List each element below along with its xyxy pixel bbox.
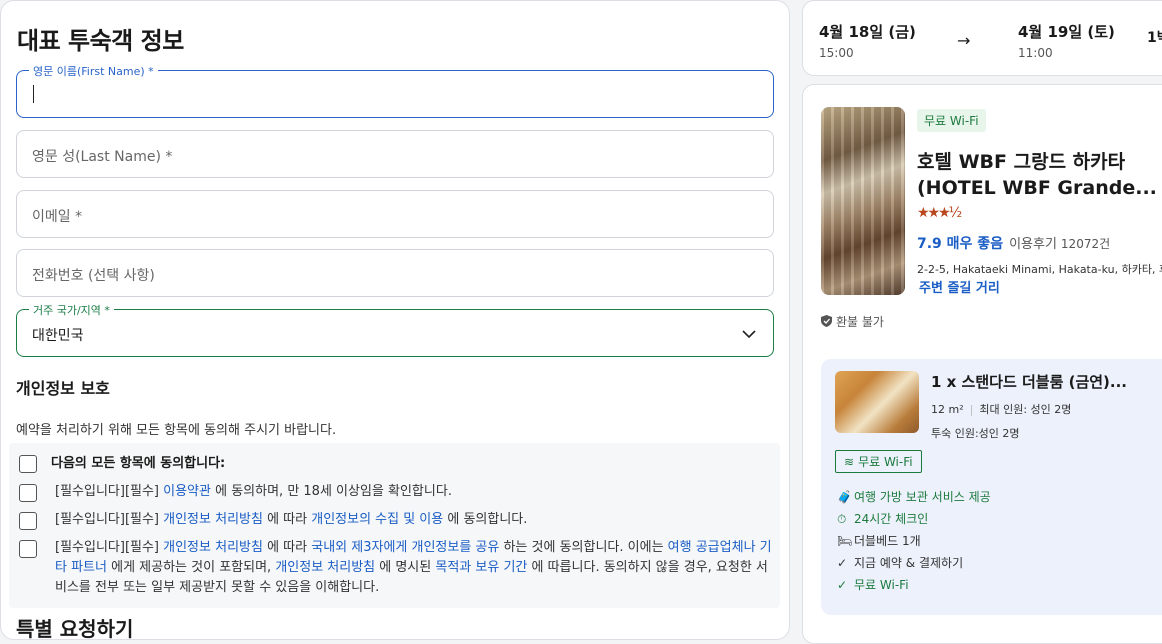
- room-card: 1 x 스탠다드 더블룸 (금연)... 12 m² | 최대 인원: 성인 2명 …: [821, 359, 1162, 615]
- room-guests: 투숙 인원:성인 2명: [931, 427, 1020, 440]
- nights-count: 1박: [1147, 30, 1162, 46]
- star-rating: ★★★½: [917, 205, 962, 221]
- checkin-date: 4월 18일 (금): [819, 23, 916, 41]
- page-title: 대표 투숙객 정보: [17, 27, 184, 55]
- room-name: 1 x 스탠다드 더블룸 (금연)...: [931, 373, 1128, 391]
- shield-icon: [821, 315, 832, 327]
- checkout-date: 4월 19일 (토): [1018, 23, 1115, 41]
- amenity-luggage: 🧳 여행 가방 보관 서비스 제공: [837, 490, 991, 504]
- nearby-link[interactable]: 주변 즐길 거리: [919, 277, 1000, 296]
- terms-text: [필수입니다][필수] 이용약관 에 동의하며, 만 18세 이상임을 확인합니…: [55, 484, 452, 499]
- wifi-icon: ≋: [844, 455, 855, 469]
- amenity-wifi: ✓ 무료 Wi-Fi: [837, 578, 909, 592]
- privacy-policy-link[interactable]: 개인정보 처리방침: [163, 512, 263, 527]
- dates-card: 4월 18일 (금) 15:00 → 4월 19일 (토) 11:00 1박: [802, 0, 1162, 76]
- amenity-bed: 🛏 더블베드 1개: [837, 534, 921, 548]
- retention-link[interactable]: 목적과 보유 기간: [435, 560, 527, 575]
- privacy-desc: 예약을 처리하기 위해 모든 항목에 동의해 주시기 바랍니다.: [16, 423, 337, 438]
- phone-field[interactable]: 전화번호 (선택 사항): [16, 249, 774, 297]
- country-value: 대한민국: [32, 328, 84, 344]
- last-name-field[interactable]: 영문 성(Last Name) *: [16, 130, 774, 178]
- text-cursor: [33, 85, 34, 103]
- amenity-paynow: ✓ 지금 예약 & 결제하기: [837, 556, 964, 570]
- terms-link[interactable]: 이용약관: [163, 484, 211, 499]
- country-select[interactable]: 거주 국가/지역 * 대한민국: [16, 302, 774, 357]
- email-placeholder: 이메일 *: [32, 209, 83, 225]
- amenity-checkin: ⏱ 24시간 체크인: [837, 512, 929, 526]
- terms-checkbox[interactable]: [19, 484, 37, 502]
- first-name-label: 영문 이름(First Name) *: [29, 63, 158, 79]
- clock-icon: ⏱: [837, 512, 847, 526]
- consent-box: 다음의 모든 항목에 동의합니다: [필수입니다][필수] 이용약관 에 동의하…: [9, 443, 780, 608]
- agree-all-checkbox[interactable]: [19, 455, 37, 473]
- wifi-badge: 무료 Wi-Fi: [917, 109, 986, 132]
- first-name-field[interactable]: 영문 이름(First Name) *: [16, 63, 774, 118]
- privacy-title: 개인정보 보호: [16, 379, 110, 398]
- last-name-placeholder: 영문 성(Last Name) *: [32, 149, 173, 165]
- agree-all-label: 다음의 모든 항목에 동의합니다:: [51, 456, 226, 471]
- bed-icon: 🛏: [837, 534, 853, 548]
- check-icon: ✓: [837, 578, 848, 592]
- third-party-text: [필수입니다][필수] 개인정보 처리방침 에 따라 국내외 제3자에게 개인정…: [55, 540, 772, 595]
- hotel-name: 호텔 WBF 그랑드 하카타 (HOTEL WBF Grande...: [917, 151, 1157, 199]
- privacy-use-text: [필수입니다][필수] 개인정보 처리방침 에 따라 개인정보의 수집 및 이용…: [55, 512, 528, 527]
- arrow-right-icon: →: [957, 31, 971, 50]
- privacy-policy-link-2[interactable]: 개인정보 처리방침: [163, 540, 263, 555]
- review-score: 7.9 매우 좋음 이용후기 12072건: [917, 236, 1111, 252]
- checkout-time: 11:00: [1018, 46, 1053, 60]
- collection-use-link[interactable]: 개인정보의 수집 및 이용: [311, 512, 443, 527]
- room-wifi-badge: ≋ 무료 Wi-Fi: [835, 450, 922, 473]
- phone-placeholder: 전화번호 (선택 사항): [32, 268, 155, 284]
- privacy-policy-link-3[interactable]: 개인정보 처리방침: [275, 560, 375, 575]
- country-label: 거주 국가/지역 *: [29, 302, 114, 318]
- hotel-address: 2-2-5, Hakataeki Minami, Hakata-ku, 하카타,…: [917, 263, 1162, 276]
- checkin-time: 15:00: [819, 46, 854, 60]
- luggage-icon: 🧳: [837, 490, 852, 504]
- chevron-down-icon: [742, 330, 756, 339]
- room-info: 12 m² | 최대 인원: 성인 2명: [931, 403, 1072, 416]
- check-icon: ✓: [837, 556, 848, 570]
- email-field[interactable]: 이메일 *: [16, 190, 774, 238]
- privacy-use-checkbox[interactable]: [19, 512, 37, 530]
- guest-form-panel: 대표 투숙객 정보 영문 이름(First Name) * 영문 성(Last …: [0, 0, 790, 641]
- third-party-link[interactable]: 국내외 제3자에게 개인정보를 공유: [311, 540, 499, 555]
- third-party-checkbox[interactable]: [19, 540, 37, 558]
- hotel-photo: [821, 107, 905, 295]
- refund-status: 환불 불가: [821, 313, 884, 330]
- room-photo: [835, 371, 919, 433]
- hotel-card: 무료 Wi-Fi 호텔 WBF 그랑드 하카타 (HOTEL WBF Grande…: [802, 84, 1162, 644]
